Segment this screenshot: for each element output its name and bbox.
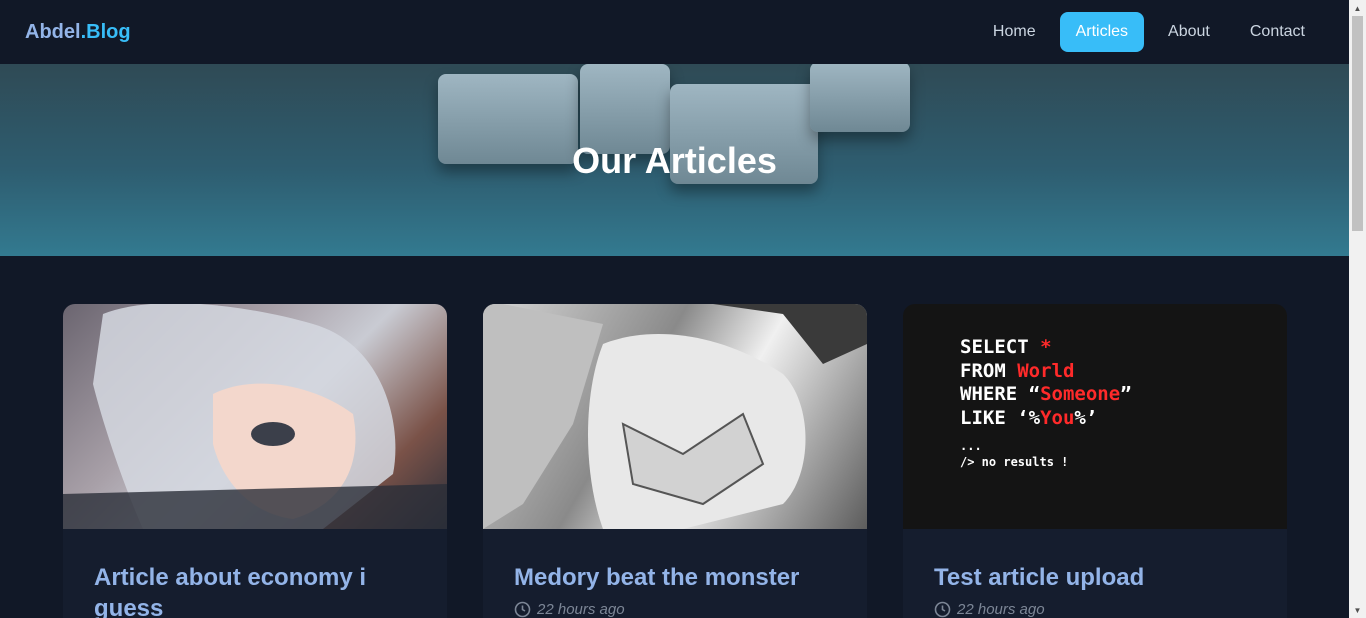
nav-home-link[interactable]: Home [977,12,1052,52]
site-logo[interactable]: Abdel.Blog [25,21,131,44]
nav-contact-link[interactable]: Contact [1234,12,1321,52]
article-card[interactable]: Medory beat the monster 22 hours ago [483,304,867,618]
article-time: 22 hours ago [537,601,625,618]
nav-links: Home Articles About Contact [977,12,1321,52]
article-card-body: Medory beat the monster 22 hours ago [483,529,867,618]
vertical-scrollbar[interactable]: ▲ ▼ [1349,0,1366,618]
nav-articles-link[interactable]: Articles [1059,12,1145,52]
page-title: Our Articles [572,140,777,181]
scroll-up-arrow-icon[interactable]: ▲ [1349,0,1366,16]
article-card-body: Article about economy i guess [63,529,447,618]
article-thumbnail[interactable] [483,304,867,529]
article-thumbnail[interactable] [63,304,447,529]
article-time: 22 hours ago [957,601,1045,618]
clock-icon [514,601,531,618]
scroll-down-arrow-icon[interactable]: ▼ [1349,602,1366,618]
article-timestamp: 22 hours ago [514,601,836,618]
navbar: Abdel.Blog Home Articles About Contact [0,0,1349,64]
article-card-body: Test article upload 22 hours ago [903,529,1287,618]
clock-icon [934,601,951,618]
article-title[interactable]: Article about economy i guess [94,562,416,618]
brand-accent: .Blog [80,20,131,43]
article-thumbnail[interactable]: SELECT * FROM World WHERE “Someone” LIKE… [903,304,1287,529]
articles-grid: Article about economy i guess Medory bea… [63,304,1287,618]
article-title[interactable]: Test article upload [934,562,1256,593]
hero-banner: Our Articles [0,64,1349,256]
article-card[interactable]: Article about economy i guess [63,304,447,618]
scrollbar-thumb[interactable] [1352,16,1363,231]
article-timestamp: 22 hours ago [934,601,1256,618]
article-card[interactable]: SELECT * FROM World WHERE “Someone” LIKE… [903,304,1287,618]
brand-name: Abdel [25,20,81,43]
keyboard-keys-image [430,64,920,204]
sql-code-image: SELECT * FROM World WHERE “Someone” LIKE… [960,336,1132,469]
article-title[interactable]: Medory beat the monster [514,562,836,593]
nav-about-link[interactable]: About [1152,12,1226,52]
